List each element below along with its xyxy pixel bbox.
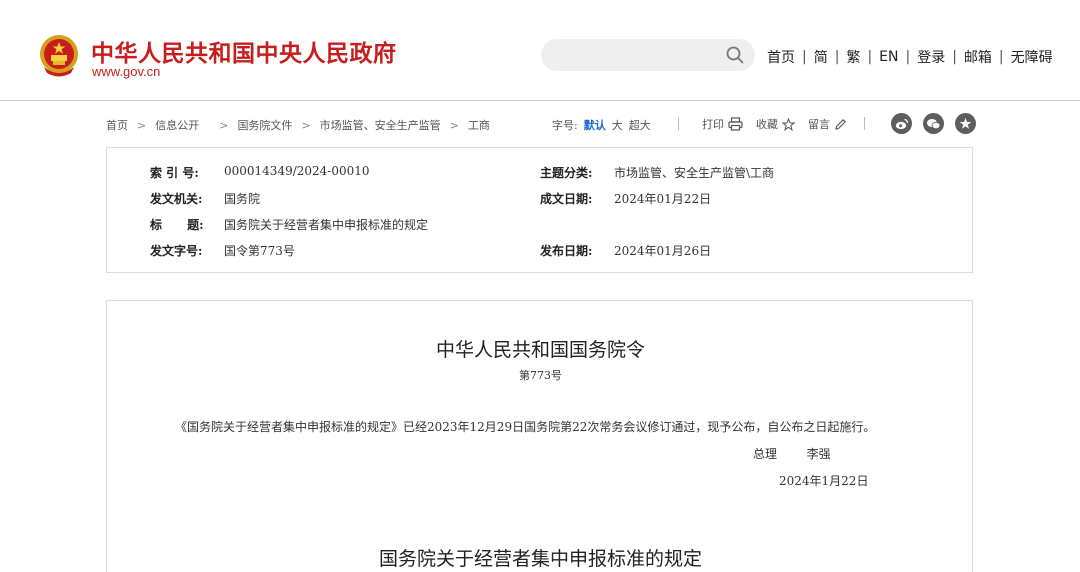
info-topic: 主题分类: 市场监管、安全生产监管\工商 <box>540 164 774 181</box>
info-label: 发布日期: <box>540 244 593 258</box>
comment-button[interactable]: 留言 <box>808 116 847 132</box>
divider <box>678 117 679 130</box>
info-value: 2024年01月22日 <box>614 192 712 206</box>
nav-separator: | <box>952 49 957 65</box>
info-label: 发文字号: <box>150 244 203 258</box>
print-label: 打印 <box>702 118 724 131</box>
star-outline-icon <box>782 117 795 131</box>
nav-english[interactable]: EN <box>879 49 898 65</box>
font-size-label: 字号: <box>552 119 578 132</box>
printer-icon <box>728 117 743 131</box>
font-size-xlarge[interactable]: 超大 <box>629 117 651 133</box>
share-collect-button[interactable] <box>955 113 976 134</box>
toolbar: 首页 > 信息公开 > 国务院文件 > 市场监管、安全生产监管 > 工商 字号:… <box>106 112 976 138</box>
breadcrumb-state-council-docs[interactable]: 国务院文件 <box>237 117 292 133</box>
nav-separator: | <box>998 49 1004 65</box>
search-input[interactable] <box>541 39 755 71</box>
breadcrumb-separator: > <box>219 118 229 132</box>
document-paragraph: 《国务院关于经营者集中申报标准的规定》已经2023年12月29日国务院第22次常… <box>175 420 876 434</box>
pencil-icon <box>835 118 846 130</box>
print-button[interactable]: 打印 <box>702 116 743 132</box>
nav-accessibility[interactable]: 无障碍 <box>1011 47 1053 67</box>
info-created-date: 成文日期: 2024年01月22日 <box>540 190 711 207</box>
breadcrumb-market-supervision[interactable]: 市场监管、安全生产监管 <box>320 117 441 133</box>
nav-separator: | <box>905 49 911 65</box>
site-url[interactable]: www.gov.cn <box>92 64 160 79</box>
divider <box>864 117 865 130</box>
document-title: 中华人民共和国国务院令 <box>435 339 645 361</box>
document-subtitle: 国务院关于经营者集中申报标准的规定 <box>378 548 702 570</box>
nav-traditional[interactable]: 繁 <box>846 47 860 67</box>
document-number: 第773号 <box>519 369 562 382</box>
breadcrumb-commerce[interactable]: 工商 <box>468 117 490 133</box>
nav-mail[interactable]: 邮箱 <box>964 47 992 67</box>
share-buttons <box>891 113 976 134</box>
document-date: 2024年1月22日 <box>779 474 869 488</box>
top-nav: 首页 | 简 | 繁 | EN | 登录 | 邮箱 | 无障碍 <box>767 47 1053 67</box>
search-icon[interactable] <box>726 46 744 64</box>
info-value: 市场监管、安全生产监管\工商 <box>614 166 775 180</box>
favorite-button[interactable]: 收藏 <box>756 116 795 132</box>
nav-separator: | <box>834 49 840 65</box>
font-size-large[interactable]: 大 <box>612 117 623 133</box>
info-value: 2024年01月26日 <box>614 244 712 258</box>
info-value: 国令第773号 <box>224 244 295 258</box>
nav-login[interactable]: 登录 <box>917 47 945 67</box>
info-value: 国务院关于经营者集中申报标准的规定 <box>224 218 429 232</box>
nav-home[interactable]: 首页 <box>767 47 795 67</box>
nav-separator: | <box>802 49 807 65</box>
star-icon <box>959 118 972 129</box>
info-issuer: 发文机关: 国务院 <box>150 190 260 207</box>
site-name[interactable]: 中华人民共和国中央人民政府 <box>91 34 397 68</box>
info-label: 成文日期: <box>540 192 593 206</box>
font-size-selector: 字号: 默认 大 超大 <box>552 117 651 133</box>
info-label: 主题分类: <box>540 166 593 180</box>
breadcrumb-separator: > <box>449 118 459 132</box>
national-emblem-icon[interactable] <box>38 33 80 77</box>
document-body: 中华人民共和国国务院令 第773号 《国务院关于经营者集中申报标准的规定》已经2… <box>106 300 973 572</box>
signer-title: 总理 <box>753 447 778 461</box>
info-published-date: 发布日期: 2024年01月26日 <box>540 242 711 259</box>
info-title: 标 题: 国务院关于经营者集中申报标准的规定 <box>150 216 428 233</box>
share-wechat-button[interactable] <box>923 113 944 134</box>
font-size-default[interactable]: 默认 <box>584 117 606 133</box>
signer-name: 李强 <box>806 447 831 461</box>
info-index: 索 引 号: 000014349/2024-00010 <box>150 164 370 181</box>
info-label: 索 引 号: <box>150 166 199 180</box>
nav-simplified[interactable]: 简 <box>814 47 828 67</box>
info-label: 发文机关: <box>150 192 203 206</box>
breadcrumb: 首页 > 信息公开 > 国务院文件 > 市场监管、安全生产监管 > 工商 <box>106 117 490 133</box>
info-doc-number: 发文字号: 国令第773号 <box>150 242 295 259</box>
info-value: 国务院 <box>224 192 261 206</box>
favorite-label: 收藏 <box>756 118 778 131</box>
info-label: 标 题: <box>150 218 204 232</box>
wechat-icon <box>927 118 941 129</box>
breadcrumb-home[interactable]: 首页 <box>106 117 128 133</box>
comment-label: 留言 <box>808 118 830 131</box>
breadcrumb-separator: > <box>301 118 311 132</box>
nav-separator: | <box>867 49 873 65</box>
breadcrumb-separator: > <box>137 118 147 132</box>
site-header: 中华人民共和国中央人民政府 www.gov.cn 首页 | 简 | 繁 | EN… <box>0 0 1080 101</box>
breadcrumb-info-disclosure[interactable]: 信息公开 <box>155 117 199 133</box>
weibo-icon <box>895 118 908 129</box>
share-weibo-button[interactable] <box>891 113 912 134</box>
document-metadata: 索 引 号: 000014349/2024-00010 主题分类: 市场监管、安… <box>106 147 973 273</box>
page-tools: 打印 收藏 留言 <box>702 116 860 132</box>
document-signature: 总理 李强 <box>753 445 831 462</box>
info-value: 000014349/2024-00010 <box>224 164 370 178</box>
